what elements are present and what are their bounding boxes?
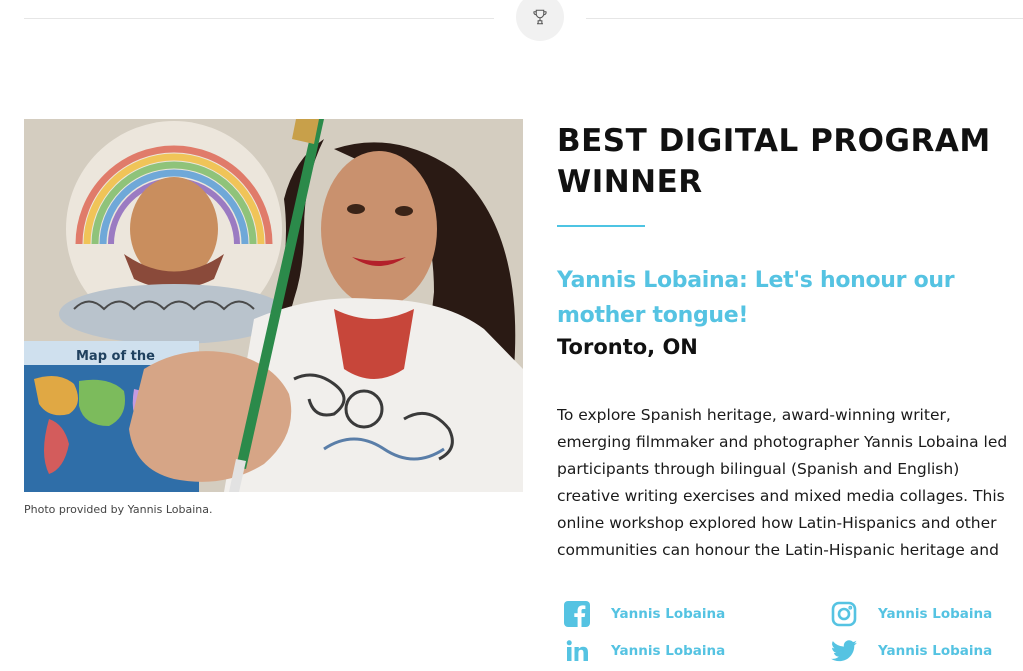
instagram-link[interactable]: Yannis Lobaina: [878, 606, 992, 622]
social-facebook[interactable]: Yannis Lobaina: [563, 600, 725, 628]
twitter-link[interactable]: Yannis Lobaina: [878, 643, 992, 659]
social-instagram[interactable]: Yannis Lobaina: [830, 600, 992, 628]
photo-caption: Photo provided by Yannis Lobaina.: [24, 503, 213, 516]
section-divider-left: [24, 18, 494, 19]
project-location: Toronto, ON: [557, 335, 698, 359]
award-title: BEST DIGITAL PROGRAM WINNER: [557, 123, 991, 200]
social-linkedin[interactable]: Yannis Lobaina: [563, 637, 725, 665]
project-description: To explore Spanish heritage, award-winni…: [557, 406, 1008, 559]
twitter-icon[interactable]: [830, 637, 858, 665]
facebook-icon[interactable]: [563, 600, 591, 628]
trophy-badge: [516, 0, 564, 41]
social-twitter[interactable]: Yannis Lobaina: [830, 637, 992, 665]
project-title: Yannis Lobaina: Let's honour our mother …: [557, 268, 955, 328]
linkedin-icon[interactable]: [563, 637, 591, 665]
winner-photo: Map of the: [24, 119, 523, 492]
linkedin-link[interactable]: Yannis Lobaina: [611, 643, 725, 659]
map-label: Map of the: [76, 349, 155, 364]
facebook-link[interactable]: Yannis Lobaina: [611, 606, 725, 622]
section-divider-right: [586, 18, 1023, 19]
trophy-icon: [533, 9, 547, 25]
instagram-icon[interactable]: [830, 600, 858, 628]
accent-rule: [557, 225, 645, 227]
